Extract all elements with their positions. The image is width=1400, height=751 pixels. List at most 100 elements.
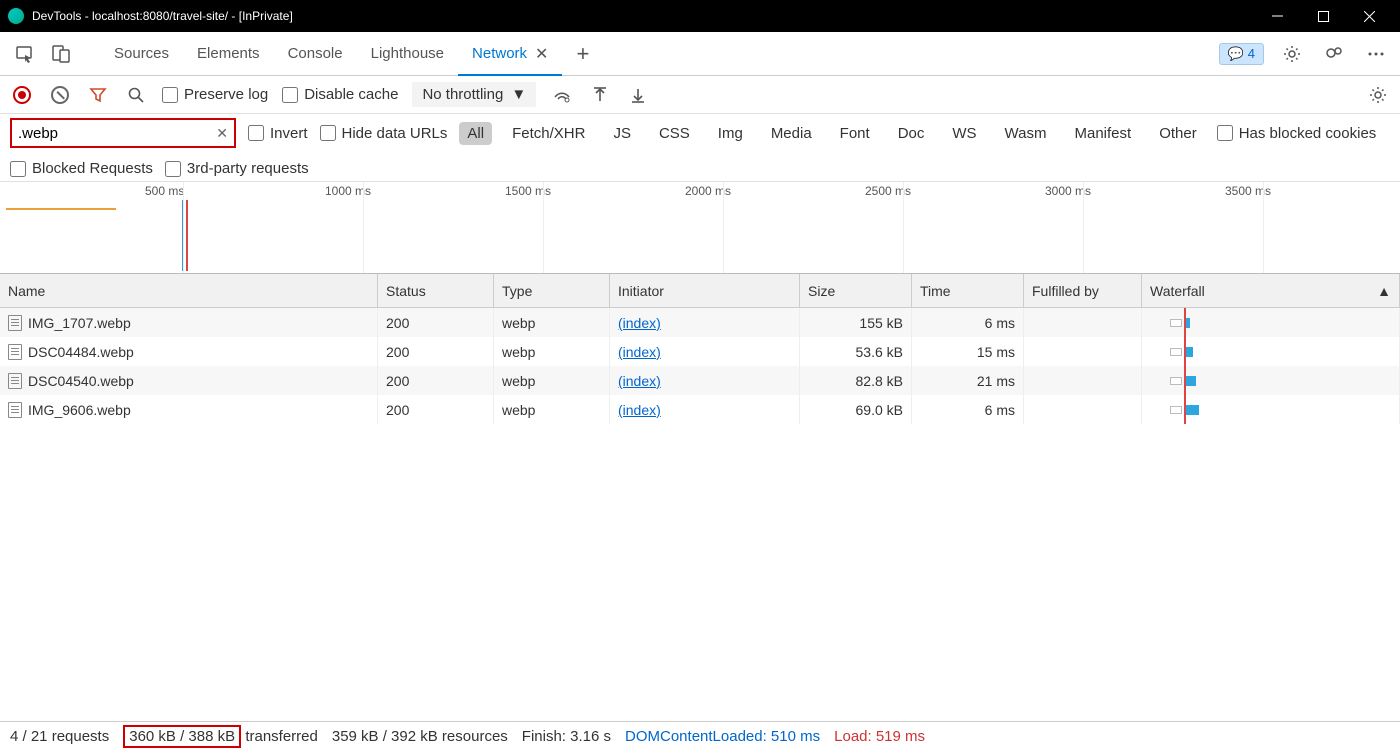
tab-console[interactable]: Console — [274, 32, 357, 75]
timeline-tick: 3500 ms — [1225, 184, 1271, 198]
cell-waterfall — [1142, 337, 1400, 366]
device-toggle-icon[interactable] — [46, 39, 76, 69]
col-type[interactable]: Type — [494, 274, 610, 307]
file-icon — [8, 344, 22, 360]
tab-lighthouse[interactable]: Lighthouse — [357, 32, 458, 75]
status-finish: Finish: 3.16 s — [522, 728, 611, 745]
close-button[interactable] — [1346, 0, 1392, 32]
tab-network[interactable]: Network ✕ — [458, 32, 562, 75]
col-waterfall[interactable]: Waterfall▲ — [1142, 274, 1400, 307]
file-icon — [8, 315, 22, 331]
filter-fetchxhr[interactable]: Fetch/XHR — [504, 122, 593, 145]
filter-media[interactable]: Media — [763, 122, 820, 145]
col-name[interactable]: Name — [0, 274, 378, 307]
filter-input[interactable] — [18, 125, 208, 142]
tab-sources[interactable]: Sources — [100, 32, 183, 75]
filter-css[interactable]: CSS — [651, 122, 698, 145]
throttling-value: No throttling — [422, 86, 503, 103]
tab-network-label: Network — [472, 45, 527, 62]
filter-font[interactable]: Font — [832, 122, 878, 145]
cell-status: 200 — [378, 395, 494, 424]
search-icon[interactable] — [124, 83, 148, 107]
cell-initiator[interactable]: (index) — [618, 315, 661, 331]
grid-header: Name Status Type Initiator Size Time Ful… — [0, 274, 1400, 308]
cell-name: DSC04484.webp — [28, 344, 134, 360]
window-titlebar: DevTools - localhost:8080/travel-site/ -… — [0, 0, 1400, 32]
tab-elements[interactable]: Elements — [183, 32, 274, 75]
cell-size: 155 kB — [800, 308, 912, 337]
clear-button[interactable] — [48, 83, 72, 107]
blocked-requests-checkbox[interactable]: Blocked Requests — [10, 160, 153, 177]
third-party-checkbox[interactable]: 3rd-party requests — [165, 160, 309, 177]
filter-toggle-icon[interactable] — [86, 83, 110, 107]
col-fulfilled[interactable]: Fulfilled by — [1024, 274, 1142, 307]
hide-data-urls-checkbox[interactable]: Hide data URLs — [320, 125, 448, 142]
cell-fulfilled — [1024, 337, 1142, 366]
grid-body[interactable]: IMG_1707.webp200webp(index)155 kB6 msDSC… — [0, 308, 1400, 721]
cell-initiator[interactable]: (index) — [618, 402, 661, 418]
add-tab-button[interactable]: + — [576, 41, 589, 67]
upload-icon[interactable] — [588, 83, 612, 107]
network-toolbar: Preserve log Disable cache No throttling… — [0, 76, 1400, 114]
cell-waterfall — [1142, 366, 1400, 395]
more-icon[interactable] — [1362, 40, 1390, 68]
filter-manifest[interactable]: Manifest — [1067, 122, 1140, 145]
has-blocked-label: Has blocked cookies — [1239, 125, 1377, 142]
filter-doc[interactable]: Doc — [890, 122, 933, 145]
invert-label: Invert — [270, 125, 308, 142]
chevron-down-icon: ▼ — [511, 86, 526, 103]
filter-all[interactable]: All — [459, 122, 492, 145]
cell-name: IMG_9606.webp — [28, 402, 131, 418]
cell-time: 21 ms — [912, 366, 1024, 395]
inspect-icon[interactable] — [10, 39, 40, 69]
timeline-tick: 1000 ms — [325, 184, 371, 198]
invert-checkbox[interactable]: Invert — [248, 125, 308, 142]
filter-ws[interactable]: WS — [944, 122, 984, 145]
clear-filter-icon[interactable]: ✕ — [216, 125, 228, 142]
cell-waterfall — [1142, 395, 1400, 424]
table-row[interactable]: IMG_9606.webp200webp(index)69.0 kB6 ms — [0, 395, 1400, 424]
table-row[interactable]: DSC04484.webp200webp(index)53.6 kB15 ms — [0, 337, 1400, 366]
cell-initiator[interactable]: (index) — [618, 373, 661, 389]
timeline-overview[interactable]: 500 ms1000 ms1500 ms2000 ms2500 ms3000 m… — [0, 182, 1400, 274]
timeline-bar — [6, 208, 116, 210]
disable-cache-label: Disable cache — [304, 86, 398, 103]
close-icon[interactable]: ✕ — [535, 44, 548, 64]
gear-icon[interactable] — [1366, 83, 1390, 107]
cell-name: IMG_1707.webp — [28, 315, 131, 331]
status-bar: 4 / 21 requests 360 kB / 388 kB transfer… — [0, 721, 1400, 751]
cell-type: webp — [494, 337, 610, 366]
third-party-label: 3rd-party requests — [187, 160, 309, 177]
col-status[interactable]: Status — [378, 274, 494, 307]
filter-wasm[interactable]: Wasm — [997, 122, 1055, 145]
timeline-tick: 2000 ms — [685, 184, 731, 198]
filter-img[interactable]: Img — [710, 122, 751, 145]
table-row[interactable]: DSC04540.webp200webp(index)82.8 kB21 ms — [0, 366, 1400, 395]
table-row[interactable]: IMG_1707.webp200webp(index)155 kB6 ms — [0, 308, 1400, 337]
throttling-select[interactable]: No throttling ▼ — [412, 82, 536, 107]
col-initiator[interactable]: Initiator — [610, 274, 800, 307]
minimize-button[interactable] — [1254, 0, 1300, 32]
settings-icon[interactable] — [1278, 40, 1306, 68]
cell-status: 200 — [378, 337, 494, 366]
record-button[interactable] — [10, 83, 34, 107]
col-time[interactable]: Time — [912, 274, 1024, 307]
cell-initiator[interactable]: (index) — [618, 344, 661, 360]
network-conditions-icon[interactable] — [550, 83, 574, 107]
status-transferred-size: 360 kB / 388 kB — [123, 725, 241, 748]
filter-other[interactable]: Other — [1151, 122, 1205, 145]
col-size[interactable]: Size — [800, 274, 912, 307]
status-resources: 359 kB / 392 kB resources — [332, 728, 508, 745]
feedback-icon[interactable] — [1320, 40, 1348, 68]
maximize-button[interactable] — [1300, 0, 1346, 32]
issues-badge[interactable]: 💬4 — [1219, 43, 1264, 65]
filter-js[interactable]: JS — [605, 122, 639, 145]
timeline-tick: 3000 ms — [1045, 184, 1091, 198]
status-dcl: DOMContentLoaded: 510 ms — [625, 728, 820, 745]
preserve-log-checkbox[interactable]: Preserve log — [162, 86, 268, 103]
disable-cache-checkbox[interactable]: Disable cache — [282, 86, 398, 103]
cell-fulfilled — [1024, 308, 1142, 337]
download-icon[interactable] — [626, 83, 650, 107]
has-blocked-cookies-checkbox[interactable]: Has blocked cookies — [1217, 125, 1377, 142]
blocked-req-label: Blocked Requests — [32, 160, 153, 177]
